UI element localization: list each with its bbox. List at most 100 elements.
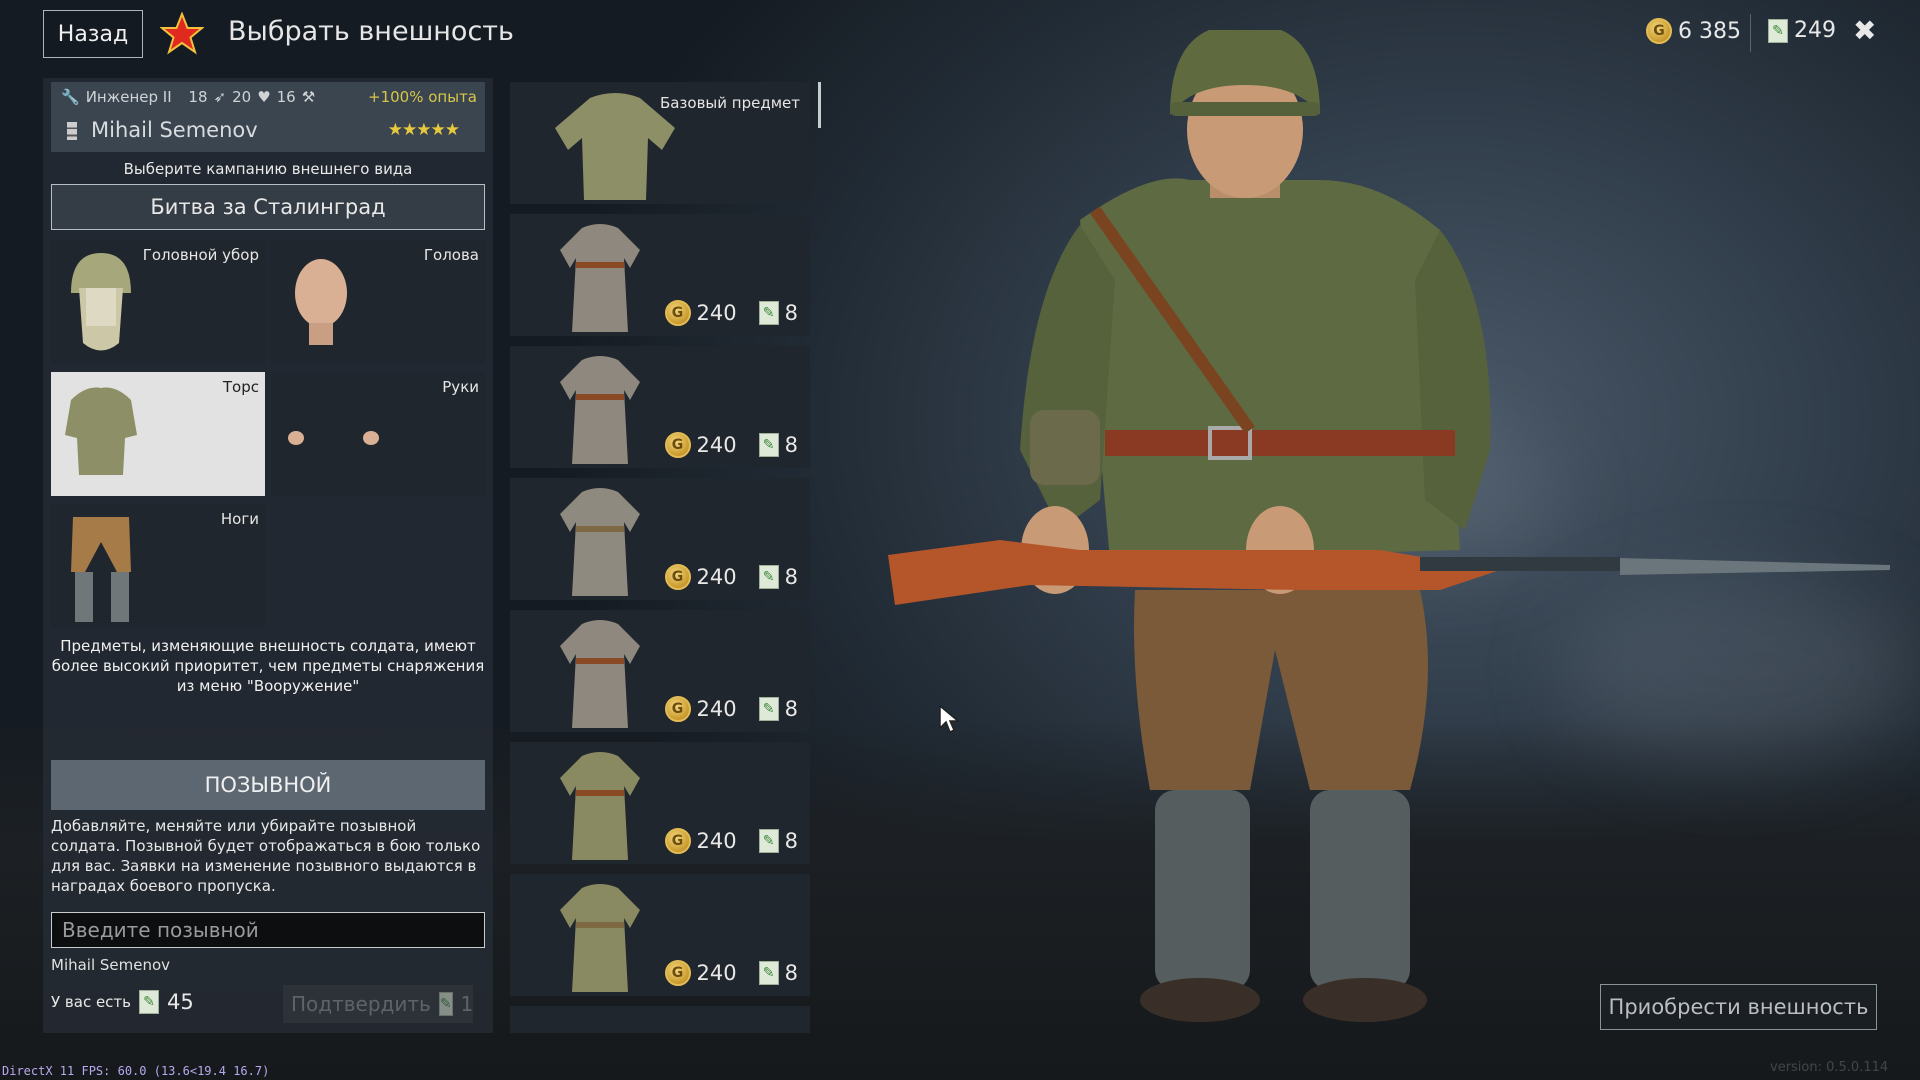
soldier-name: Mihail Semenov [91,118,258,142]
confirm-callsign-button[interactable]: Подтвердить ✎ 1 [283,985,473,1023]
slot-label: Торс [222,378,259,396]
item-card[interactable]: G 240 ✎ 8 [510,610,810,732]
order-ticket-icon: ✎ [758,961,779,985]
order-ticket-icon: ✎ [1768,18,1788,43]
fps-counter: DirectX 11 FPS: 60.0 (13.6<19.4 16.7) [2,1064,270,1078]
soldier-class: Инженер II [85,88,172,106]
current-callsign: Mihail Semenov [51,956,171,974]
helmet-icon [71,253,131,351]
weight-icon: ⚒ [301,88,316,106]
gold-coin-icon: G [664,300,691,326]
coat-icon [560,488,640,596]
agility-icon: ➶ [213,88,227,106]
soldier-stars: ★★★★★ [387,120,460,140]
heart-icon: ♥ [257,88,271,106]
ticket-balance: ✎ 249 [1768,18,1836,43]
item-list[interactable]: Базовый предмет G 240 ✎ 8 G 240 ✎ 8 G 24… [507,78,811,1033]
gold-balance: G 6 385 [1646,18,1741,44]
gold-amount: 6 385 [1678,18,1741,44]
coat-icon [560,752,640,860]
order-ticket-icon: ✎ [758,433,779,457]
item-price: G 240 ✎ 8 [664,828,798,854]
torso-icon [65,387,137,475]
campaign-hint: Выберите кампанию внешнего вида [123,160,413,178]
order-ticket-icon: ✎ [758,697,779,721]
slot-hands[interactable]: Руки [271,372,485,496]
callsign-header: ПОЗЫВНОЙ [51,760,485,810]
item-card[interactable]: G 240 ✎ 8 [510,346,810,468]
slot-torso[interactable]: Торс [51,372,265,496]
item-card[interactable]: G 240 ✎ 8 [510,742,810,864]
gold-coin-icon: G [664,828,691,854]
head-icon [295,259,347,345]
campaign-select[interactable]: Битва за Сталинград [51,184,485,230]
item-card[interactable]: G 240 ✎ 8 [510,874,810,996]
item-base-label: Базовый предмет [659,94,800,112]
soldier-stats: 🔧 Инженер II 18 ➶ 20 ♥ 16 ⚒ [61,88,315,106]
item-price: G 240 ✎ 8 [664,960,798,986]
confirm-cost: 1 [460,992,474,1016]
soldier-card[interactable]: 🔧 Инженер II 18 ➶ 20 ♥ 16 ⚒ +100% опыта … [51,82,485,152]
slot-label: Голова [423,246,479,264]
item-card-base[interactable]: Базовый предмет [510,82,810,204]
stat-health: 20 [232,88,252,106]
slot-head[interactable]: Голова [271,240,485,364]
order-ticket-icon: ✎ [758,829,779,853]
rename-ticket-icon: ✎ [438,992,453,1016]
price-gold: 240 [696,697,737,721]
mouse-cursor-icon [938,704,961,738]
slot-headgear[interactable]: Головной убор [51,240,265,364]
item-price: G 240 ✎ 8 [664,564,798,590]
back-button[interactable]: Назад [43,10,143,58]
price-gold: 240 [696,565,737,589]
gold-coin-icon: G [664,432,691,458]
gold-coin-icon: G [664,696,691,722]
currency-divider [1750,14,1751,52]
have-label: У вас есть [51,993,132,1011]
slot-label: Головной убор [142,246,259,264]
page-title: Выбрать внешность [228,16,514,47]
price-gold: 240 [696,961,737,985]
slot-label: Ноги [220,510,259,528]
price-tickets: 8 [784,565,798,589]
legs-icon [71,517,131,622]
item-price: G 240 ✎ 8 [664,696,798,722]
exp-bonus: +100% опыта [368,88,477,106]
item-card[interactable]: G 240 ✎ 8 [510,478,810,600]
price-tickets: 8 [784,961,798,985]
rank-icon [67,122,77,140]
ticket-amount: 249 [1794,18,1836,43]
hands-icon [288,431,379,445]
soldier-model[interactable] [880,30,1900,1080]
item-card-partial[interactable] [510,1006,810,1033]
order-ticket-icon: ✎ [758,565,779,589]
gold-coin-icon: G [664,564,691,590]
wrench-icon: 🔧 [61,88,80,106]
callsign-input[interactable] [51,912,485,948]
item-price: G 240 ✎ 8 [664,432,798,458]
coat-icon [560,620,640,728]
price-gold: 240 [696,829,737,853]
price-tickets: 8 [784,433,798,457]
coat-icon [560,884,640,992]
stat-strength: 16 [276,88,296,106]
version-label: version: 0.5.0.114 [1770,1060,1889,1075]
item-card[interactable]: G 240 ✎ 8 [510,214,810,336]
coat-icon [560,224,640,332]
callsign-tokens: У вас есть ✎ 45 [51,990,194,1014]
gold-coin-icon: G [664,960,691,986]
priority-info: Предметы, изменяющие внешность солдата, … [51,637,485,695]
slot-label: Руки [442,378,479,396]
stat-agility: 18 [188,88,208,106]
item-list-scrollbar[interactable] [818,82,821,128]
appearance-panel: 🔧 Инженер II 18 ➶ 20 ♥ 16 ⚒ +100% опыта … [43,78,493,1033]
item-price: G 240 ✎ 8 [664,300,798,326]
price-gold: 240 [696,301,737,325]
order-ticket-icon: ✎ [758,301,779,325]
slot-legs[interactable]: Ноги [51,504,265,628]
buy-appearance-button[interactable]: Приобрести внешность [1600,984,1877,1030]
callsign-description: Добавляйте, меняйте или убирайте позывно… [51,817,481,895]
coat-icon [560,356,640,464]
close-icon[interactable]: ✖ [1853,14,1876,47]
gold-coin-icon: G [1646,18,1672,44]
